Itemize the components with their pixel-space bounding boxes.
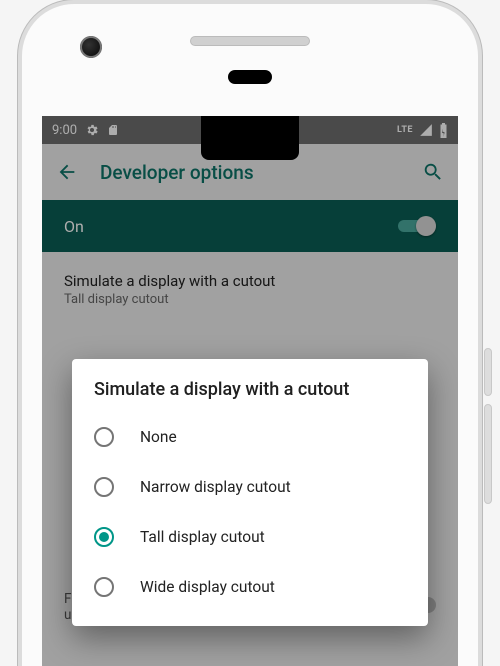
radio-option-none[interactable]: None [72, 412, 428, 462]
phone-frame: 9:00 LTE D [18, 0, 482, 666]
radio-label: None [140, 428, 177, 446]
radio-icon [94, 527, 114, 547]
radio-icon [94, 427, 114, 447]
dialog-title: Simulate a display with a cutout [72, 379, 428, 412]
phone-screen: 9:00 LTE D [42, 116, 458, 666]
radio-label: Narrow display cutout [140, 478, 291, 496]
earpiece-speaker-icon [190, 36, 310, 46]
radio-label: Wide display cutout [140, 578, 275, 596]
cutout-dialog: Simulate a display with a cutout None Na… [72, 359, 428, 626]
radio-option-wide[interactable]: Wide display cutout [72, 562, 428, 612]
power-button-icon [484, 348, 492, 396]
radio-option-tall[interactable]: Tall display cutout [72, 512, 428, 562]
phone-bezel [22, 4, 478, 116]
radio-icon [94, 577, 114, 597]
volume-rocker-icon [484, 404, 492, 504]
proximity-sensor-icon [228, 70, 272, 84]
radio-label: Tall display cutout [140, 528, 265, 546]
radio-icon [94, 477, 114, 497]
front-camera-icon [80, 36, 102, 58]
radio-option-narrow[interactable]: Narrow display cutout [72, 462, 428, 512]
